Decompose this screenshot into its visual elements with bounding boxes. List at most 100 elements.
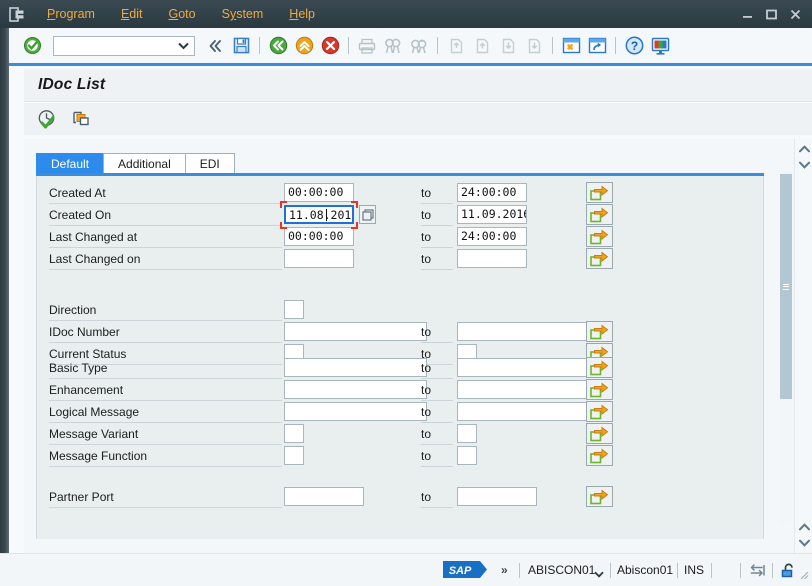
- multiple-selection-button-enhancement[interactable]: [586, 379, 613, 400]
- find-next-icon[interactable]: [406, 34, 432, 58]
- save-icon[interactable]: [228, 34, 254, 58]
- input-from-enhancement[interactable]: [284, 380, 427, 399]
- back-double-arrow-icon[interactable]: [202, 34, 228, 58]
- tab-edi[interactable]: EDI: [184, 153, 235, 174]
- input-from-idoc-number[interactable]: [284, 322, 427, 341]
- input-to-basic-type[interactable]: [457, 358, 600, 377]
- minimize-button[interactable]: [736, 3, 758, 25]
- multiple-selection-button-partner-port[interactable]: [586, 486, 613, 507]
- multiple-selection-button-message-function[interactable]: [586, 445, 613, 466]
- to-underline: [421, 269, 453, 270]
- multiple-selection-button-basic-type[interactable]: [586, 357, 613, 378]
- input-to-enhancement[interactable]: [457, 380, 600, 399]
- focus-corner-marker: [351, 222, 358, 229]
- print-icon[interactable]: [354, 34, 380, 58]
- first-page-icon[interactable]: [443, 34, 469, 58]
- get-variant-icon[interactable]: [584, 34, 610, 58]
- maximize-button[interactable]: [760, 3, 782, 25]
- back-green-icon[interactable]: [265, 34, 291, 58]
- input-to-message-function[interactable]: [457, 446, 477, 465]
- input-from-direction[interactable]: [284, 300, 304, 319]
- enter-check-icon[interactable]: [19, 34, 45, 58]
- multiple-selection-button-created-on[interactable]: [586, 204, 613, 225]
- input-to-idoc-number[interactable]: [457, 322, 600, 341]
- chevron-down-icon[interactable]: [178, 39, 189, 53]
- tab-default[interactable]: Default: [36, 153, 105, 174]
- multiple-selection-button-last-changed-at[interactable]: [586, 226, 613, 247]
- menu-item-help[interactable]: Help: [276, 0, 328, 28]
- scroll-up-icon[interactable]: [795, 141, 812, 157]
- tab-additional[interactable]: Additional: [103, 153, 186, 174]
- input-to-partner-port[interactable]: [457, 487, 537, 506]
- menu-item-system[interactable]: System: [209, 0, 277, 28]
- multiple-selection-button-logical-message[interactable]: [586, 401, 613, 422]
- help-icon[interactable]: ?: [621, 34, 647, 58]
- outer-vertical-scrollbar[interactable]: [794, 139, 812, 553]
- field-label-partner-port: Partner Port: [49, 490, 114, 504]
- session-exit-icon[interactable]: [0, 0, 34, 28]
- find-icon[interactable]: [380, 34, 406, 58]
- scroll-down-icon[interactable]: [795, 157, 812, 173]
- status-insert-mode[interactable]: INS: [684, 563, 704, 577]
- input-to-created-on[interactable]: 11.09.2016: [457, 205, 527, 224]
- scroll-up-bottom-icon[interactable]: [795, 519, 812, 535]
- get-variant-icon[interactable]: [68, 106, 96, 132]
- exit-yellow-icon[interactable]: [291, 34, 317, 58]
- resize-grip-icon[interactable]: [799, 569, 809, 583]
- to-label: to: [421, 325, 432, 339]
- create-variant-icon[interactable]: [558, 34, 584, 58]
- multiple-selection-button-message-variant[interactable]: [586, 423, 613, 444]
- input-to-message-variant[interactable]: [457, 424, 477, 443]
- command-field[interactable]: [53, 35, 195, 56]
- svg-text:?: ?: [630, 39, 637, 53]
- tabstrip: Default Additional EDI: [36, 152, 764, 174]
- status-chevron-down-icon[interactable]: [594, 567, 604, 581]
- selection-panel: Created At 00:00:00 to 24:00:00 Created On 11…: [36, 176, 764, 539]
- customize-icon[interactable]: [647, 34, 673, 58]
- cancel-red-icon[interactable]: [317, 34, 343, 58]
- menu-item-program[interactable]: Program: [34, 0, 108, 28]
- menu-item-edit[interactable]: Edit: [108, 0, 156, 28]
- status-separator: [610, 563, 611, 578]
- input-from-last-changed-on[interactable]: [284, 249, 354, 268]
- execute-icon[interactable]: [33, 106, 61, 132]
- input-to-last-changed-at[interactable]: 24:00:00: [457, 227, 527, 246]
- previous-page-icon[interactable]: [469, 34, 495, 58]
- status-expand-button[interactable]: »: [501, 563, 508, 577]
- unlocked-padlock-icon[interactable]: [779, 562, 797, 579]
- panel-vertical-scrollbar[interactable]: [779, 170, 793, 525]
- to-label: to: [421, 490, 432, 504]
- multiple-selection-button-created-at[interactable]: [586, 182, 613, 203]
- toolbar-separator: [615, 37, 616, 54]
- to-label: to: [421, 405, 432, 419]
- status-separator: [740, 563, 741, 578]
- input-from-basic-type[interactable]: [284, 358, 427, 377]
- data-transfer-icon[interactable]: [748, 562, 766, 579]
- next-page-icon[interactable]: [495, 34, 521, 58]
- input-from-created-on[interactable]: 11.08.2016: [284, 205, 354, 224]
- field-label-created-on: Created On: [49, 208, 112, 222]
- form-row: Enhancement to: [37, 379, 763, 401]
- scrollbar-thumb[interactable]: [780, 174, 792, 399]
- multiple-selection-button-last-changed-on[interactable]: [586, 248, 613, 269]
- scrollbar-grip-icon: [783, 282, 789, 291]
- input-to-logical-message[interactable]: [457, 402, 600, 421]
- input-from-logical-message[interactable]: [284, 402, 427, 421]
- input-to-last-changed-on[interactable]: [457, 249, 527, 268]
- field-group: Direction IDoc Number to Current Status to: [37, 299, 763, 365]
- to-underline: [421, 507, 453, 508]
- last-page-icon[interactable]: [521, 34, 547, 58]
- close-button[interactable]: [784, 3, 806, 25]
- input-from-created-at[interactable]: 00:00:00: [284, 183, 354, 202]
- input-from-last-changed-at[interactable]: 00:00:00: [284, 227, 354, 246]
- matchcode-button-created-on[interactable]: [359, 205, 376, 224]
- sap-logo: SAP: [443, 561, 487, 578]
- input-from-message-function[interactable]: [284, 446, 304, 465]
- input-to-created-at[interactable]: 24:00:00: [457, 183, 527, 202]
- menu-item-goto[interactable]: Goto: [155, 0, 208, 28]
- field-label-message-function: Message Function: [49, 449, 148, 463]
- input-from-message-variant[interactable]: [284, 424, 304, 443]
- input-from-partner-port[interactable]: [284, 487, 364, 506]
- scroll-down-bottom-icon[interactable]: [795, 535, 812, 551]
- multiple-selection-button-idoc-number[interactable]: [586, 321, 613, 342]
